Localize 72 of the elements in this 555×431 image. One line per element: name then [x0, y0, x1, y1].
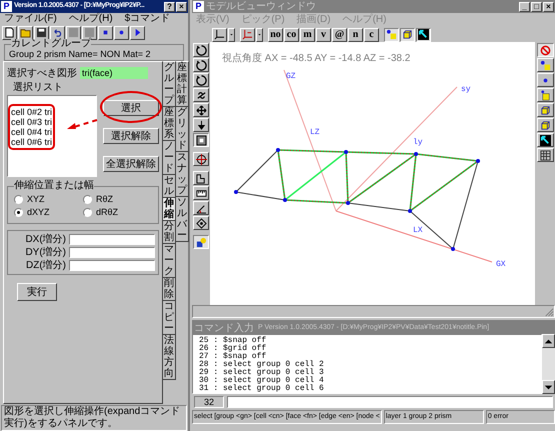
- log-line: 27 : $snap off: [199, 353, 268, 361]
- log-line: 26 : $grid off: [199, 345, 268, 353]
- log-line: 30 : select group 0 cell 4: [199, 377, 325, 385]
- model-canvas[interactable]: 視点角度 AX = -48.5 AY = -14.8 AZ = -38.2 GZ sy LZ ly LX GX: [210, 42, 535, 305]
- list-item[interactable]: cell 0#3 tri: [11, 117, 52, 127]
- group-info: Group 2 prism Name= NON Mat= 2: [9, 49, 151, 59]
- panel-button[interactable]: 全選択解除: [103, 156, 159, 172]
- window-title: コマンド入力: [194, 322, 254, 334]
- side-tab[interactable]: ノード: [163, 141, 176, 175]
- list-label: 選択リスト: [12, 82, 64, 93]
- side-tab[interactable]: グリッド: [176, 107, 189, 152]
- side-tab[interactable]: 分割: [163, 221, 176, 244]
- app-logo: P: [1, 1, 12, 12]
- side-tab[interactable]: コピー: [163, 301, 176, 335]
- axis-label: GZ: [286, 72, 296, 81]
- axis-label: LX: [413, 226, 423, 235]
- window-control[interactable]: □: [531, 2, 542, 12]
- toolbar-button[interactable]: n: [348, 28, 363, 42]
- axis-label: ly: [413, 138, 423, 147]
- toolbar-button[interactable]: @: [332, 28, 347, 42]
- group-legend: 伸縮位置または幅: [14, 181, 94, 191]
- window-control[interactable]: ?: [164, 2, 175, 12]
- panel-button[interactable]: 選択解除: [103, 128, 159, 144]
- window-control[interactable]: _: [519, 2, 530, 12]
- list-item[interactable]: cell 0#6 tri: [11, 137, 52, 147]
- window-control[interactable]: ×: [543, 2, 554, 12]
- side-tab[interactable]: 伸縮: [163, 198, 176, 221]
- log-line: 28 : select group 0 cell 2: [199, 361, 325, 369]
- axis-label: GX: [496, 260, 506, 269]
- radio-label: XYZ: [27, 194, 45, 204]
- window-title: モデルビューウィンドウ: [206, 1, 317, 12]
- app-logo: P: [193, 1, 204, 12]
- field-label: DY(増分): [24, 247, 66, 258]
- field-label: DX(増分): [24, 234, 66, 245]
- radio-label: RθZ: [96, 194, 114, 204]
- list-item[interactable]: cell 0#2 tri: [11, 107, 52, 117]
- field-label: DZ(増分): [25, 260, 66, 271]
- side-tab[interactable]: 削除: [163, 278, 176, 301]
- radio-label: dRθZ: [96, 207, 118, 217]
- menu-item[interactable]: ヘルプ(H): [68, 13, 113, 25]
- target-field[interactable]: tri(face): [80, 67, 148, 79]
- radio-label: dXYZ: [27, 207, 50, 217]
- line-number: 32: [194, 396, 224, 408]
- side-tab[interactable]: マーク: [163, 244, 176, 278]
- list-item[interactable]: cell 0#4 tri: [11, 127, 52, 137]
- field-label: 選択すべき図形: [7, 66, 77, 80]
- menu-item[interactable]: ファイル(F): [4, 13, 57, 25]
- axis-label: LZ: [310, 128, 320, 137]
- side-tab[interactable]: セル: [163, 175, 176, 198]
- axis-label: sy: [461, 85, 471, 94]
- side-tab[interactable]: スナップ: [176, 152, 189, 197]
- hint-text: 図形を選択し伸縮操作(expandコマンド実行)をするパネルです。: [1, 405, 187, 431]
- side-tab[interactable]: 法線方向: [163, 335, 176, 380]
- side-tab[interactable]: 座標系: [163, 107, 176, 141]
- menu-item[interactable]: $コマンド: [124, 13, 170, 25]
- execute-button[interactable]: 実行: [17, 283, 57, 301]
- panel-button[interactable]: 選択: [103, 100, 159, 116]
- toolbar-button[interactable]: co: [284, 28, 299, 42]
- window-control[interactable]: ×: [176, 2, 187, 12]
- toolbar-button[interactable]: no: [268, 28, 283, 42]
- log-line: 25 : $snap off: [199, 337, 268, 345]
- log-line: 29 : select group 0 cell 3: [199, 369, 325, 377]
- side-tab[interactable]: ソルバー: [176, 197, 189, 242]
- toolbar-button[interactable]: v: [316, 28, 331, 42]
- group-legend: カレントグループ: [11, 39, 91, 49]
- side-tab[interactable]: グループ: [163, 61, 176, 107]
- log-line: 31 : select group 0 cell 6: [199, 385, 325, 393]
- side-tab[interactable]: 座標計算: [176, 61, 189, 107]
- selection-list[interactable]: cell 0#2 tri cell 0#3 tri cell 0#4 tri cell 0#6 tri: [7, 95, 97, 177]
- toolbar-button[interactable]: c: [364, 28, 379, 42]
- view-angle-text: 視点角度 AX = -48.5 AY = -14.8 AZ = -38.2: [222, 52, 410, 66]
- toolbar-button[interactable]: m: [300, 28, 315, 42]
